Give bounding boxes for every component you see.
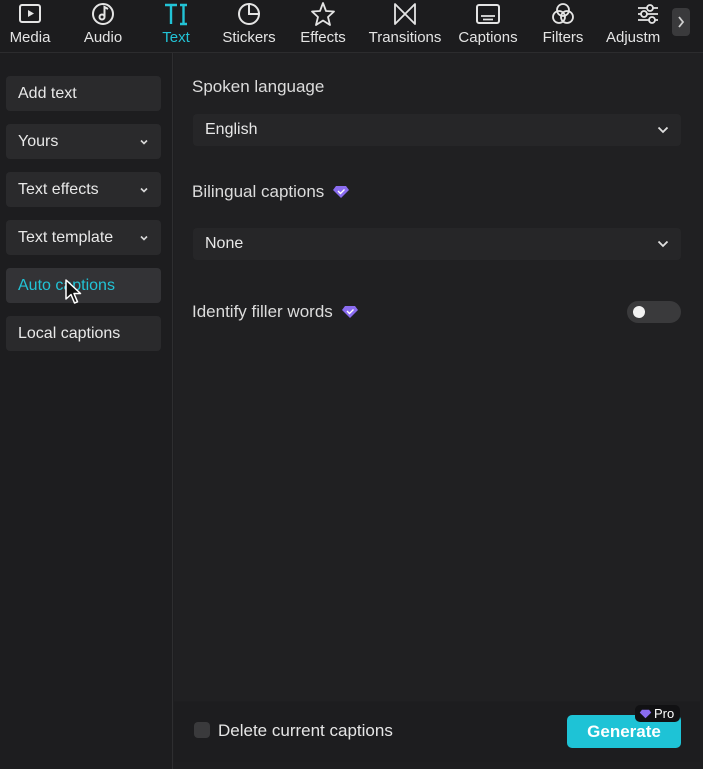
chevron-down-icon [140,139,148,145]
chevron-down-icon [657,240,669,248]
filler-words-label: Identify filler words [192,302,359,322]
tab-label: Filters [542,29,584,46]
tab-filters[interactable]: Filters [540,0,586,50]
sidebar-item-yours[interactable]: Yours [6,124,161,159]
sidebar-item-auto-captions[interactable]: Auto captions [6,268,161,303]
pro-badge-label: Pro [654,706,675,721]
tab-captions[interactable]: Captions [456,0,520,50]
bilingual-captions-label: Bilingual captions [192,182,350,202]
sidebar-item-label: Auto captions [18,276,115,294]
transitions-icon [391,0,419,28]
text-icon [162,0,190,28]
sidebar-item-label: Text template [18,228,114,246]
tab-label: Media [9,29,51,46]
tab-adjustment[interactable]: Adjustm [606,0,662,50]
premium-gem-icon [639,709,652,718]
tab-media[interactable]: Media [7,0,53,50]
media-icon [16,0,44,28]
filters-icon [549,0,577,28]
tab-label: Transitions [368,29,442,46]
audio-icon [89,0,117,28]
tab-label: Stickers [222,29,276,46]
tab-label: Text [162,29,190,46]
auto-captions-panel: Spoken language English Bilingual captio… [174,53,700,701]
field-label-text: Spoken language [192,77,325,96]
spoken-language-label: Spoken language [192,77,324,97]
tab-label: Effects [300,29,346,46]
delete-captions-checkbox[interactable] [194,722,210,738]
sidebar-item-text-effects[interactable]: Text effects [6,172,161,207]
stickers-icon [235,0,263,28]
sidebar-item-label: Add text [18,84,77,102]
tab-stickers[interactable]: Stickers [219,0,279,50]
top-toolbar: Media Audio Text Stickers Effects Transi… [0,0,703,53]
effects-icon [309,0,337,28]
premium-gem-icon [341,306,358,318]
premium-gem-icon [333,186,350,198]
sidebar-item-text-template[interactable]: Text template [6,220,161,255]
tab-effects[interactable]: Effects [297,0,349,50]
chevron-right-icon [678,16,685,28]
captions-footer: Delete current captions Generate Pro [174,702,700,762]
field-label-text: Bilingual captions [192,182,325,201]
sidebar-item-add-text[interactable]: Add text [6,76,161,111]
filler-words-toggle[interactable] [627,301,681,323]
tab-audio[interactable]: Audio [80,0,126,50]
chevron-down-icon [140,235,148,241]
delete-captions-label[interactable]: Delete current captions [218,721,393,741]
tab-text[interactable]: Text [158,0,194,50]
chevron-down-icon [657,126,669,134]
sidebar-item-local-captions[interactable]: Local captions [6,316,161,351]
tab-label: Adjustm [606,29,661,46]
field-label-text: Identify filler words [192,302,333,321]
text-sidebar: Add text Yours Text effects Text templat… [0,53,173,769]
captions-icon [474,0,502,28]
generate-button-label: Generate [587,721,661,741]
sidebar-item-label: Yours [18,132,59,150]
select-value: None [205,235,244,252]
chevron-down-icon [140,187,148,193]
spoken-language-select[interactable]: English [193,114,681,146]
toggle-knob [633,306,645,318]
select-value: English [205,121,258,138]
tab-label: Captions [458,29,518,46]
tab-transitions[interactable]: Transitions [366,0,444,50]
sidebar-item-label: Local captions [18,324,121,342]
pro-badge: Pro [635,705,681,722]
tab-label: Audio [83,29,123,46]
toolbar-scroll-right-button[interactable] [672,8,690,36]
sidebar-item-label: Text effects [18,180,99,198]
adjustment-icon [634,0,662,28]
bilingual-captions-select[interactable]: None [193,228,681,260]
